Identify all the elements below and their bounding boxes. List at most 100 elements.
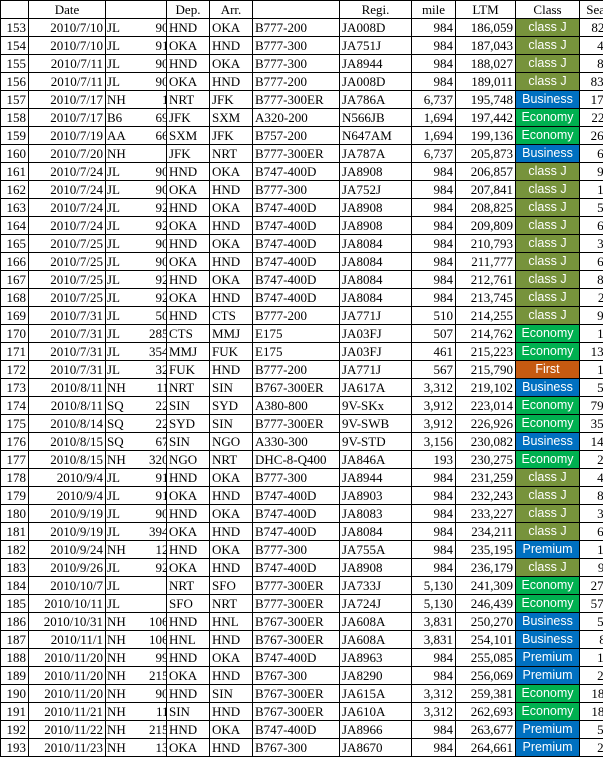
ltm-cell: 219,102 <box>455 378 516 397</box>
row-number: 181 <box>0 522 29 541</box>
row-number: 165 <box>0 234 29 253</box>
flight-cell: JL 905 <box>105 54 167 73</box>
ltm-cell: 256,069 <box>455 666 516 685</box>
class-cell: class J <box>515 468 580 487</box>
row-number: 185 <box>0 594 29 613</box>
table-row: 1882010/11/20NH 993HNDOKAB747-400DJA89639… <box>0 648 603 667</box>
ltm-cell: 189,011 <box>455 72 516 91</box>
airline-code: JL <box>107 182 120 197</box>
registration-cell: JA8084 <box>339 252 412 271</box>
mile-cell: 3,831 <box>411 612 456 631</box>
date-cell: 2010/7/24 <box>28 216 106 235</box>
date-cell: 2010/9/4 <box>28 486 106 505</box>
date-cell: 2010/9/4 <box>28 468 106 487</box>
dep-cell: HND <box>166 270 210 289</box>
flight-cell: NH 132 <box>105 738 167 757</box>
seat-cell: 1K <box>579 360 603 379</box>
ltm-cell: 187,043 <box>455 36 516 55</box>
seat-cell: 6D <box>579 216 603 235</box>
arr-cell: HND <box>209 738 253 757</box>
registration-cell: JA8908 <box>339 198 412 217</box>
registration-cell: JA8944 <box>339 468 412 487</box>
seat-cell: 3K <box>579 234 603 253</box>
date-cell: 2010/7/31 <box>28 342 106 361</box>
airline-code: NH <box>107 686 126 701</box>
registration-cell: JA787A <box>339 144 412 163</box>
table-row: 1642010/7/24JL 924OKAHNDB747-400DJA890898… <box>0 216 603 235</box>
dep-cell: OKA <box>166 288 210 307</box>
arr-cell: HND <box>209 702 253 721</box>
seat-cell: 35D <box>579 414 603 433</box>
airline-code: NH <box>107 452 126 467</box>
aircraft-cell: B767-300ER <box>252 378 340 397</box>
arr-cell: HND <box>209 72 253 91</box>
arr-cell: HND <box>209 666 253 685</box>
registration-cell: JA8084 <box>339 234 412 253</box>
registration-cell: JA03FJ <box>339 342 412 361</box>
ltm-cell: 234,211 <box>455 522 516 541</box>
dep-cell: CTS <box>166 324 210 343</box>
row-number: 184 <box>0 576 29 595</box>
mile-cell: 984 <box>411 198 456 217</box>
dep-cell: SFO <box>166 594 210 613</box>
class-cell: Economy <box>515 450 580 469</box>
airline-code: JL <box>107 20 120 35</box>
flight-cell: NH 2159 <box>105 720 167 739</box>
header-class: Class <box>515 0 580 19</box>
mile-cell: 5,130 <box>411 594 456 613</box>
dep-cell: HND <box>166 612 210 631</box>
aircraft-cell: B777-200 <box>252 18 340 37</box>
flight-cell: NH 993 <box>105 648 167 667</box>
ltm-cell: 223,014 <box>455 396 516 415</box>
flight-number: 672 <box>155 434 166 449</box>
arr-cell: NRT <box>209 450 253 469</box>
date-cell: 2010/7/20 <box>28 144 106 163</box>
mile-cell: 984 <box>411 468 456 487</box>
dep-cell: HND <box>166 54 210 73</box>
airline-code: JL <box>107 308 120 323</box>
flight-cell: JL 907 <box>105 504 167 523</box>
registration-cell: JA846A <box>339 450 412 469</box>
table-row: 1922010/11/22NH 2159HNDOKAB747-400DJA8966… <box>0 720 603 739</box>
table-row: 1902010/11/20NH 901HNDSINB767-300ERJA615A… <box>0 684 603 703</box>
seat-cell: 8K <box>579 54 603 73</box>
flight-cell: JL 925 <box>105 198 167 217</box>
flight-cell: JL 916 <box>105 486 167 505</box>
flight-cell: NH 3202 <box>105 450 167 469</box>
header-no <box>0 0 29 19</box>
aircraft-cell: B747-400D <box>252 486 340 505</box>
airline-code: JL <box>107 272 120 287</box>
seat-cell: 9C <box>579 558 603 577</box>
mile-cell: 3,312 <box>411 684 456 703</box>
row-number: 170 <box>0 324 29 343</box>
flight-number: 2159 <box>149 722 166 737</box>
dep-cell: NGO <box>166 450 210 469</box>
mile-cell: 3,912 <box>411 396 456 415</box>
ltm-cell: 241,309 <box>455 576 516 595</box>
flight-number: 907 <box>155 506 166 521</box>
dep-cell: SXM <box>166 126 210 145</box>
ltm-cell: 206,857 <box>455 162 516 181</box>
row-number: 174 <box>0 396 29 415</box>
mile-cell: 984 <box>411 522 456 541</box>
dep-cell: HND <box>166 720 210 739</box>
flight-number: 1 <box>133 596 166 612</box>
date-cell: 2010/11/21 <box>28 702 106 721</box>
ltm-cell: 262,693 <box>455 702 516 721</box>
class-cell: Business <box>515 90 580 109</box>
flight-cell: JL 903 <box>105 18 167 37</box>
registration-cell: JA008D <box>339 18 412 37</box>
aircraft-cell: B777-200 <box>252 306 340 325</box>
row-number: 163 <box>0 198 29 217</box>
flight-cell: JL 905 <box>105 234 167 253</box>
seat-cell: 14D <box>579 432 603 451</box>
table-row: 1752010/8/14SQ222SYDSINB777-300ER9V-SWB3… <box>0 414 603 433</box>
airline-code: JL <box>107 164 120 179</box>
row-number: 164 <box>0 216 29 235</box>
mile-cell: 3,156 <box>411 432 456 451</box>
arr-cell: HNL <box>209 612 253 631</box>
mile-cell: 1,694 <box>411 108 456 127</box>
flight-number: 503 <box>155 308 166 323</box>
mile-cell: 984 <box>411 558 456 577</box>
date-cell: 2010/9/24 <box>28 540 106 559</box>
